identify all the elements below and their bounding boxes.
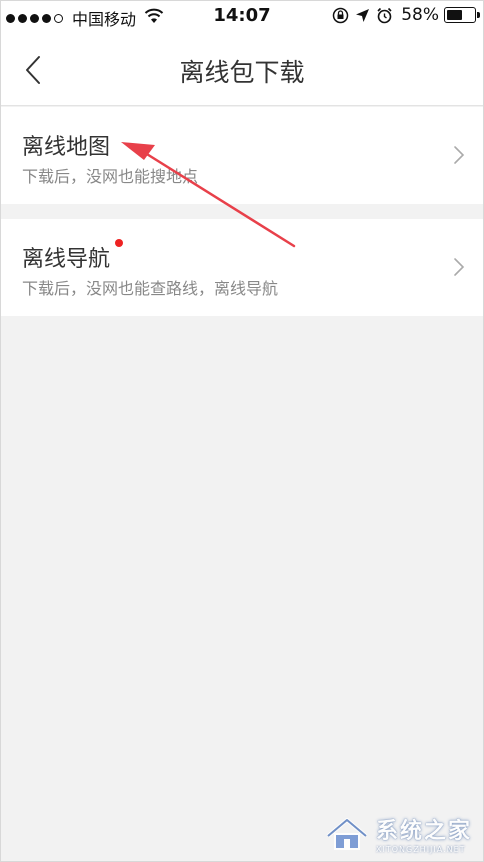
- house-logo-icon: [326, 817, 368, 850]
- watermark-subtext: XITONGZHIJIA.NET: [375, 845, 466, 854]
- watermark-text: 系统之家: [375, 819, 472, 844]
- annotation-arrow: [121, 142, 296, 248]
- watermark: 系统之家 XITONGZHIJIA.NET: [324, 813, 472, 854]
